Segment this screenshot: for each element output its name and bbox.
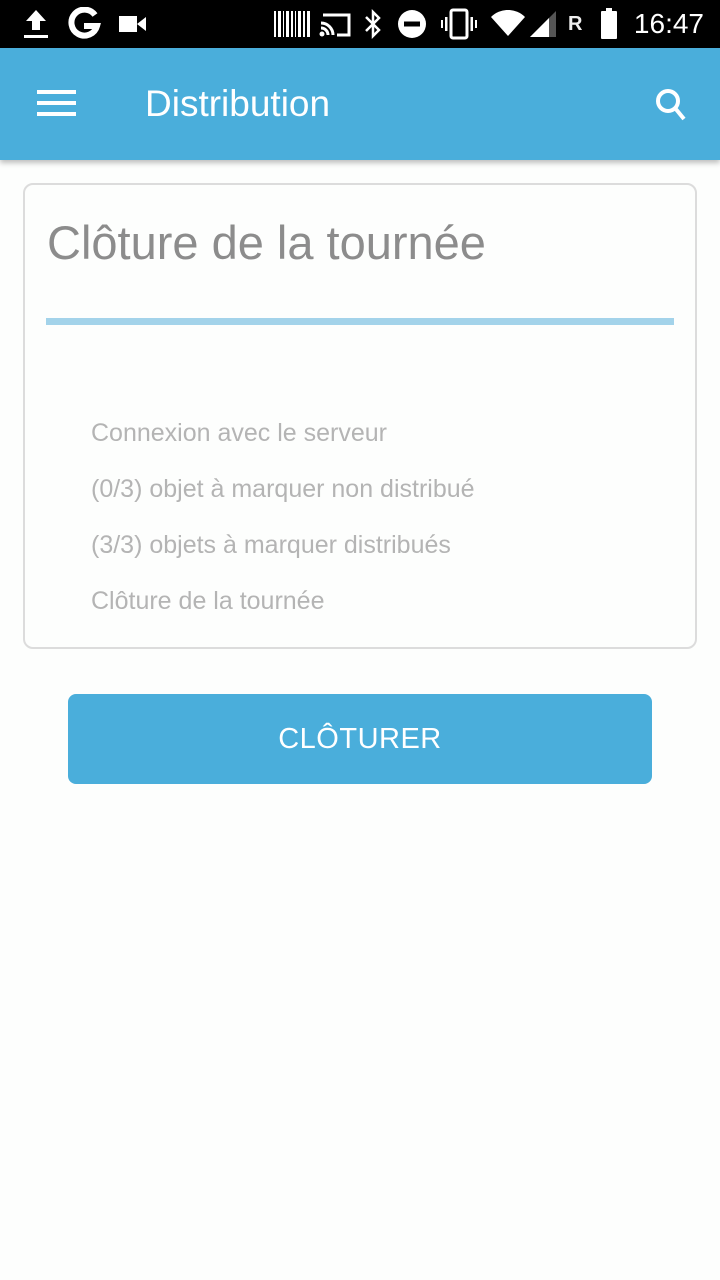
search-icon xyxy=(656,89,686,121)
roaming-indicator: R xyxy=(568,13,583,35)
signal-icon xyxy=(528,0,558,48)
app-bar: Distribution xyxy=(0,48,720,160)
wifi-icon xyxy=(490,0,526,48)
battery-icon xyxy=(598,0,620,48)
step-item: Clôture de la tournée xyxy=(91,587,325,615)
page-title: Distribution xyxy=(145,83,331,124)
close-round-button[interactable]: CLÔTURER xyxy=(68,694,652,784)
cast-icon xyxy=(318,0,352,48)
vibrate-icon xyxy=(440,0,478,48)
status-time: 16:47 xyxy=(633,8,704,39)
video-camera-icon xyxy=(118,0,148,48)
status-bar: R 16:47 xyxy=(0,0,720,48)
step-item: (3/3) objets à marquer distribués xyxy=(91,531,451,559)
closing-card: Clôture de la tournée Connexion avec le … xyxy=(23,183,697,649)
do-not-disturb-icon xyxy=(396,0,428,48)
bluetooth-icon xyxy=(362,0,384,48)
step-item: (0/3) objet à marquer non distribué xyxy=(91,475,475,503)
step-item: Connexion avec le serveur xyxy=(91,419,387,447)
barcode-icon xyxy=(272,0,312,48)
search-button[interactable] xyxy=(644,78,700,134)
google-icon xyxy=(66,0,102,48)
progress-bar xyxy=(46,318,674,325)
upload-icon xyxy=(22,0,50,48)
card-title: Clôture de la tournée xyxy=(47,216,486,269)
hamburger-menu-icon xyxy=(37,90,76,94)
hamburger-menu-button[interactable] xyxy=(24,76,88,132)
steps-list: Connexion avec le serveur (0/3) objet à … xyxy=(91,415,475,639)
